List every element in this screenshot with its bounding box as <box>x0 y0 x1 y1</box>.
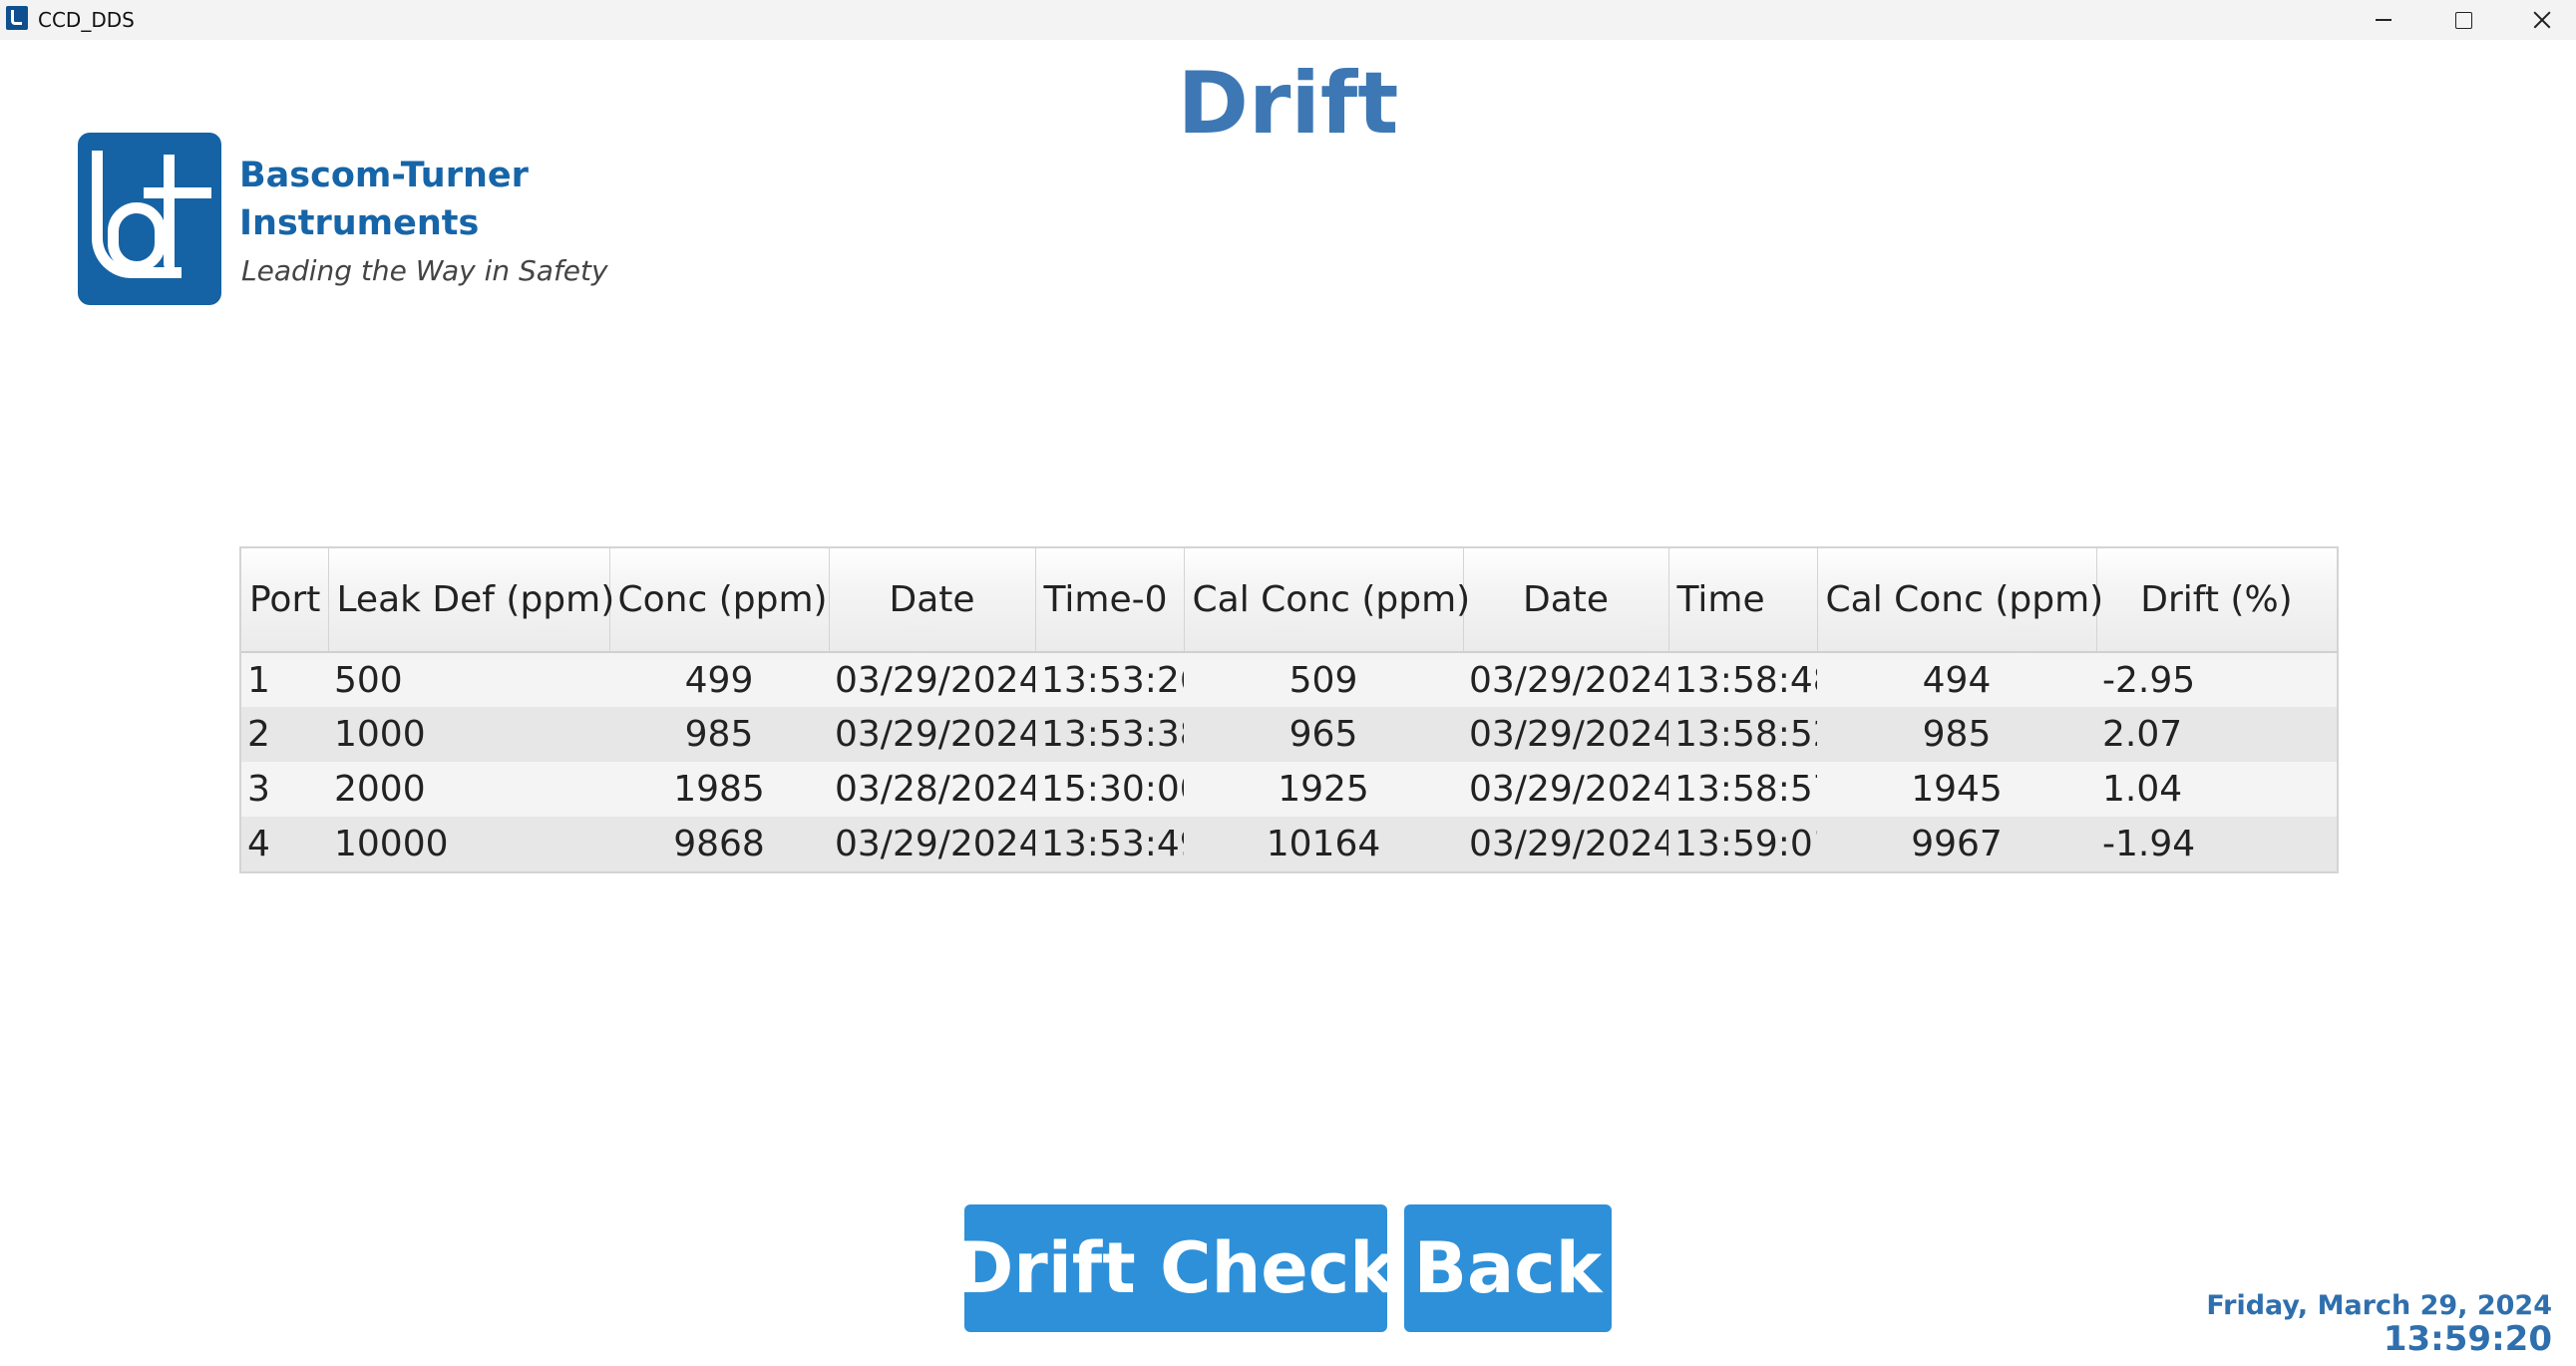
cell-cal-conc-2: 1945 <box>1911 769 2003 810</box>
close-icon[interactable] <box>2503 0 2576 40</box>
column-header-date-2[interactable]: Date <box>1463 548 1669 653</box>
cell-cal-conc: 509 <box>1288 659 1358 701</box>
brand-line2: Instruments <box>239 203 480 243</box>
column-header-conc[interactable]: Conc (ppm) <box>609 548 830 653</box>
cell-time-0: 13:53:38 <box>1041 714 1184 755</box>
cell-drift: -1.94 <box>2102 824 2196 864</box>
column-header-time-0[interactable]: Time-0 <box>1035 548 1185 653</box>
cell-conc: 985 <box>684 714 754 755</box>
cell-date: 03/28/2024 <box>835 769 1035 810</box>
cell-date-2: 03/29/2024 <box>1469 824 1668 864</box>
cell-date: 03/29/2024 <box>835 659 1035 701</box>
table-row[interactable]: 1 500 499 03/29/2024 13:53:26 509 03/29/… <box>241 652 2337 707</box>
drift-check-button[interactable]: Drift Check <box>955 1204 1396 1332</box>
cell-time-0: 13:53:26 <box>1041 659 1184 701</box>
cell-time: 13:58:52 <box>1674 714 1817 755</box>
cell-time: 13:59:01 <box>1674 824 1817 864</box>
cell-time-0: 15:30:00 <box>1041 769 1184 810</box>
bascom-turner-logo-icon <box>78 133 221 305</box>
window-title: CCD_DDS <box>38 8 135 32</box>
cell-leak-def: 2000 <box>334 769 426 810</box>
current-time: 13:59:20 <box>2383 1319 2552 1359</box>
cell-cal-conc-2: 494 <box>1922 659 1992 701</box>
cell-port: 2 <box>247 714 270 755</box>
brand-line1: Bascom-Turner <box>239 156 529 195</box>
app-icon <box>6 6 28 30</box>
cell-date: 03/29/2024 <box>835 714 1035 755</box>
cell-time: 13:58:48 <box>1674 659 1817 701</box>
table-header-row: Port Leak Def (ppm) Conc (ppm) Date Time… <box>241 548 2338 653</box>
cell-leak-def: 1000 <box>334 714 426 755</box>
cell-port: 4 <box>247 824 270 864</box>
cell-date-2: 03/29/2024 <box>1469 769 1668 810</box>
column-header-port[interactable]: Port <box>241 548 329 653</box>
table-row[interactable]: 3 2000 1985 03/28/2024 15:30:00 1925 03/… <box>241 762 2337 817</box>
column-header-drift[interactable]: Drift (%) <box>2096 548 2338 653</box>
cell-cal-conc: 1925 <box>1278 769 1369 810</box>
table-row[interactable]: 4 10000 9868 03/29/2024 13:53:49 10164 0… <box>241 817 2337 871</box>
column-header-cal-conc-2[interactable]: Cal Conc (ppm) <box>1817 548 2103 653</box>
column-header-leak-def[interactable]: Leak Def (ppm) <box>328 548 614 653</box>
cell-cal-conc: 10164 <box>1266 824 1381 864</box>
cell-time-0: 13:53:49 <box>1041 824 1184 864</box>
cell-date: 03/29/2024 <box>835 824 1035 864</box>
page-title: Drift <box>1177 54 1399 154</box>
cell-cal-conc-2: 9967 <box>1911 824 2003 864</box>
cell-time: 13:58:57 <box>1674 769 1817 810</box>
cell-port: 1 <box>247 659 270 701</box>
minimize-icon[interactable] <box>2344 0 2423 40</box>
brand-name: Bascom-Turner Instruments <box>239 152 578 247</box>
cell-drift: 2.07 <box>2102 714 2183 755</box>
brand-tagline: Leading the Way in Safety <box>241 254 608 287</box>
cell-conc: 9868 <box>673 824 765 864</box>
cell-cal-conc-2: 985 <box>1922 714 1992 755</box>
drift-table: Port Leak Def (ppm) Conc (ppm) Date Time… <box>239 546 2339 873</box>
back-button[interactable]: Back <box>1404 1204 1612 1332</box>
cell-cal-conc: 965 <box>1288 714 1358 755</box>
cell-date-2: 03/29/2024 <box>1469 714 1668 755</box>
table-row[interactable]: 2 1000 985 03/29/2024 13:53:38 965 03/29… <box>241 707 2337 762</box>
maximize-icon[interactable] <box>2423 0 2503 40</box>
cell-leak-def: 10000 <box>334 824 449 864</box>
column-header-date[interactable]: Date <box>829 548 1036 653</box>
window-title-bar: CCD_DDS <box>0 0 2576 40</box>
cell-drift: 1.04 <box>2102 769 2183 810</box>
cell-port: 3 <box>247 769 270 810</box>
cell-date-2: 03/29/2024 <box>1469 659 1668 701</box>
cell-drift: -2.95 <box>2102 659 2196 701</box>
cell-conc: 1985 <box>673 769 765 810</box>
cell-conc: 499 <box>684 659 754 701</box>
cell-leak-def: 500 <box>334 659 403 701</box>
column-header-time[interactable]: Time <box>1668 548 1818 653</box>
column-header-cal-conc[interactable]: Cal Conc (ppm) <box>1184 548 1470 653</box>
